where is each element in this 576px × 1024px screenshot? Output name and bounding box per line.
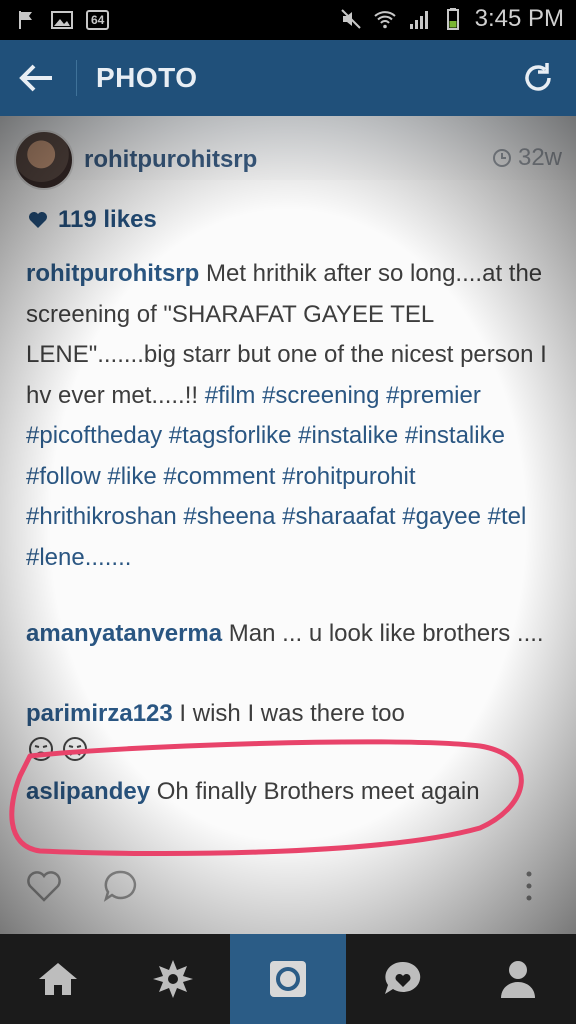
likes-label: 119 likes (58, 206, 157, 233)
storage-badge: 64 (86, 10, 110, 30)
wifi-icon (373, 11, 396, 29)
post-username[interactable]: rohitpurohitsrp (84, 146, 257, 174)
nav-activity[interactable] (346, 934, 461, 1024)
post-time-label: 32w (517, 144, 562, 171)
signal-icon (409, 11, 428, 29)
heart-filled-icon (29, 212, 47, 228)
comment: parimirza123 I wish I was there too (26, 694, 551, 734)
explore-star-icon (152, 960, 193, 998)
emoji-row (28, 736, 88, 762)
mute-icon (340, 9, 361, 29)
status-bar: 64 3:45 PM (0, 0, 576, 40)
comment-username[interactable]: amanyatanverma (26, 620, 222, 647)
comment: aslipandey Oh finally Brothers meet agai… (26, 772, 551, 812)
back-arrow-icon[interactable] (18, 62, 54, 94)
crying-face-icon (63, 737, 87, 761)
camera-icon (269, 961, 306, 997)
post-actions (0, 856, 576, 916)
refresh-icon[interactable] (520, 60, 556, 96)
post-time: 32w (492, 144, 562, 172)
caption-hashtags[interactable]: #film #screening #premier #picoftheday #… (26, 382, 526, 571)
battery-icon (446, 8, 459, 30)
comment-username[interactable]: aslipandey (26, 778, 150, 805)
post-content: rohitpurohitsrp 32w 119 likes rohitpuroh… (0, 116, 576, 934)
more-options-icon[interactable] (520, 866, 538, 906)
clock-icon (492, 149, 511, 167)
profile-icon (501, 961, 536, 998)
flag-notification-icon (19, 11, 32, 29)
crying-face-icon (29, 737, 53, 761)
comment-bubble-icon[interactable] (100, 866, 140, 906)
clock-time: 3:45 PM (474, 5, 564, 32)
comment-text: Man ... u look like brothers .... (222, 620, 544, 647)
image-notification-icon (51, 11, 73, 29)
nav-profile[interactable] (461, 934, 576, 1024)
nav-explore[interactable] (115, 934, 230, 1024)
nav-home[interactable] (0, 934, 115, 1024)
app-bar-divider (76, 60, 77, 96)
comment-text: Oh finally Brothers meet again (150, 778, 480, 805)
heart-outline-icon[interactable] (24, 866, 64, 906)
activity-bubble-icon (385, 961, 421, 994)
comment-username[interactable]: parimirza123 (26, 700, 173, 727)
comment-text: I wish I was there too (172, 700, 405, 727)
comment: amanyatanverma Man ... u look like broth… (26, 614, 551, 654)
bottom-nav (0, 934, 576, 1024)
post-caption: rohitpurohitsrp Met hrithik after so lon… (26, 254, 551, 578)
home-icon (38, 963, 77, 995)
caption-username[interactable]: rohitpurohitsrp (26, 260, 199, 287)
page-title: PHOTO (96, 62, 198, 93)
avatar[interactable] (14, 130, 74, 190)
app-bar: PHOTO (0, 40, 576, 116)
likes-count[interactable]: 119 likes (28, 206, 157, 234)
nav-camera[interactable] (230, 934, 346, 1024)
